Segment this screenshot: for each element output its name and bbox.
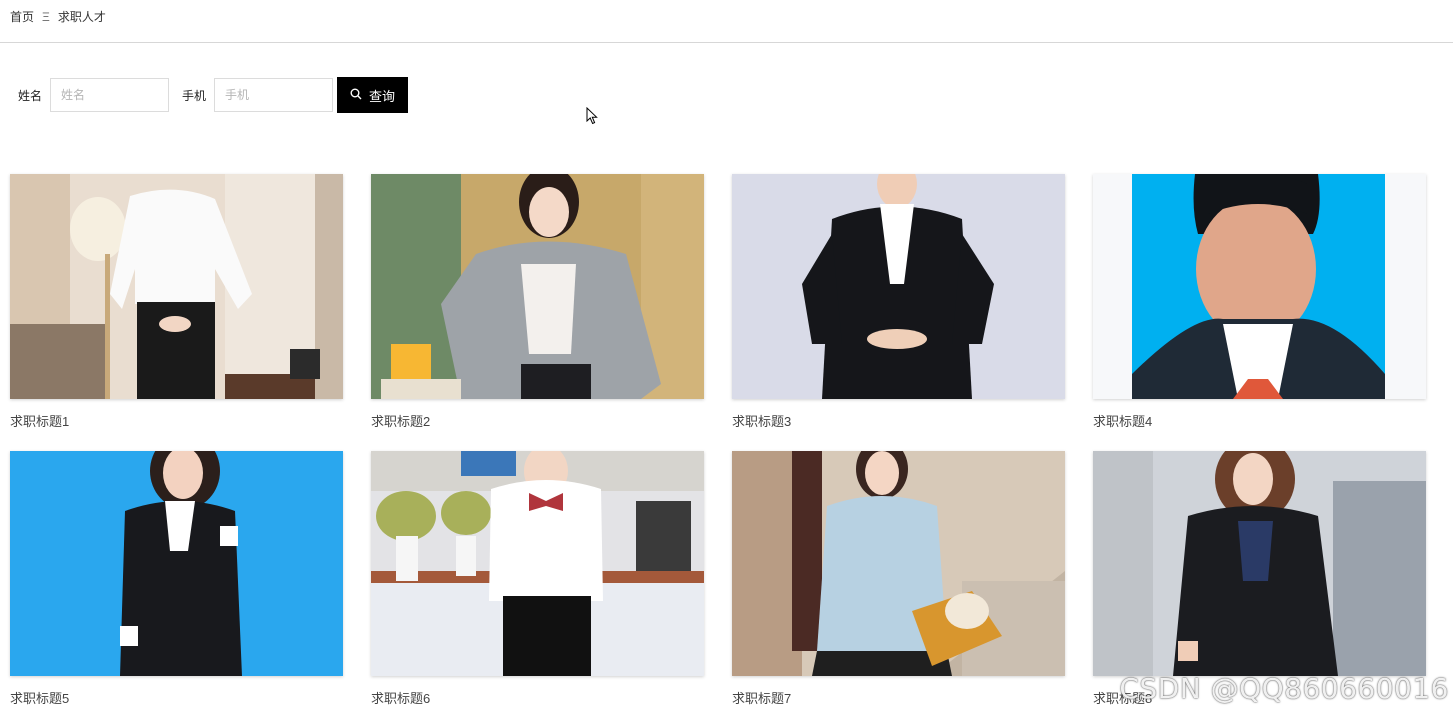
talent-photo-7[interactable] xyxy=(732,451,1065,676)
search-button-label: 查询 xyxy=(369,88,396,104)
search-button[interactable]: 查询 xyxy=(337,77,409,113)
talent-card-3[interactable]: 求职标题3 xyxy=(732,174,1065,430)
talent-photo-2[interactable] xyxy=(371,174,704,399)
search-icon xyxy=(350,88,362,103)
header-divider xyxy=(0,42,1453,43)
talent-photo-6[interactable] xyxy=(371,451,704,676)
talent-title-5[interactable]: 求职标题5 xyxy=(10,688,343,707)
talent-title-1[interactable]: 求职标题1 xyxy=(10,411,343,430)
phone-input[interactable] xyxy=(214,78,334,112)
talent-card-4[interactable]: 求职标题4 xyxy=(1093,174,1426,430)
talent-card-7[interactable]: 求职标题7 xyxy=(732,451,1065,707)
talent-photo-1[interactable] xyxy=(10,174,343,399)
talent-card-5[interactable]: 求职标题5 xyxy=(10,451,343,707)
csdn-watermark: CSDN @QQ860660016 xyxy=(1119,672,1449,705)
talent-card-6[interactable]: 求职标题6 xyxy=(371,451,704,707)
talent-photo-3[interactable] xyxy=(732,174,1065,399)
talent-card-8[interactable]: 求职标题8 xyxy=(1093,451,1426,707)
talent-photo-5[interactable] xyxy=(10,451,343,676)
talent-card-2[interactable]: 求职标题2 xyxy=(371,174,704,430)
breadcrumb-home-link[interactable]: 首页 xyxy=(10,8,34,25)
talent-photo-8[interactable] xyxy=(1093,451,1426,676)
phone-label: 手机 xyxy=(182,88,207,103)
breadcrumb-current: 求职人才 xyxy=(57,10,106,24)
breadcrumb: 首页 Ξ 求职人才 xyxy=(10,8,106,25)
talent-title-6[interactable]: 求职标题6 xyxy=(371,688,704,707)
talent-title-7[interactable]: 求职标题7 xyxy=(732,688,1065,707)
search-form: 姓名 手机 查询 xyxy=(18,77,409,113)
name-input[interactable] xyxy=(50,78,170,112)
talent-title-3[interactable]: 求职标题3 xyxy=(732,411,1065,430)
breadcrumb-separator: Ξ xyxy=(42,9,50,24)
talent-card-1[interactable]: 求职标题1 xyxy=(10,174,343,430)
mouse-cursor-icon xyxy=(586,106,598,130)
name-label: 姓名 xyxy=(18,88,43,103)
talent-title-2[interactable]: 求职标题2 xyxy=(371,411,704,430)
page: 首页 Ξ 求职人才 姓名 手机 查询 xyxy=(0,0,1453,714)
talent-photo-4[interactable] xyxy=(1093,174,1426,399)
talent-title-4[interactable]: 求职标题4 xyxy=(1093,411,1426,430)
